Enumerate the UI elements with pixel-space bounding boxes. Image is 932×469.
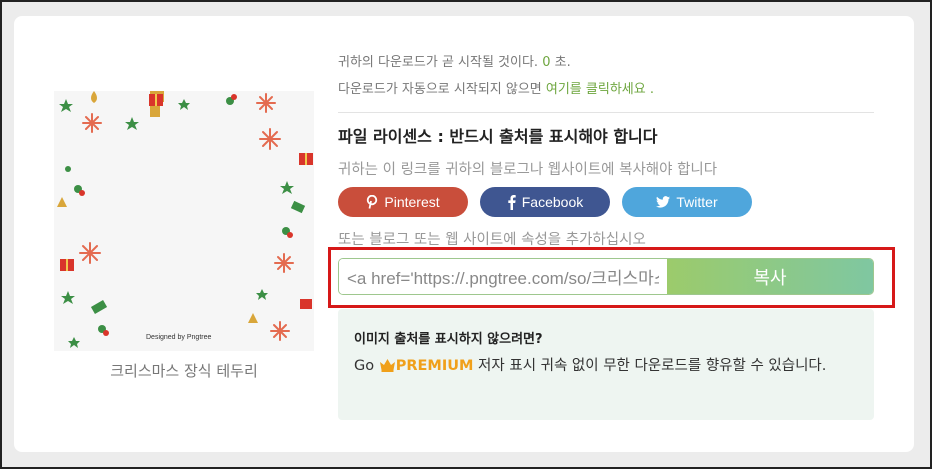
click-here-link[interactable]: 여기를 클릭하세요	[546, 82, 646, 97]
premium-description: 저자 표시 귀속 없이 무한 다운로드를 향유할 수 있습니다.	[473, 358, 827, 374]
status-text: 귀하의 다운로드가 곧 시작될 것이다.	[338, 55, 543, 70]
go-text: Go	[354, 358, 379, 374]
watermark-text: Designed by Pngtree	[146, 334, 212, 341]
manual-download-suffix: .	[645, 82, 654, 97]
premium-link[interactable]: PREMIUM	[396, 358, 474, 374]
christmas-border-image	[54, 91, 314, 351]
pinterest-label: Pinterest	[384, 194, 440, 210]
twitter-label: Twitter	[676, 194, 718, 210]
twitter-icon	[656, 196, 671, 208]
premium-text: Go PREMIUM 저자 표시 귀속 없이 무한 다운로드를 향유할 수 있습…	[354, 355, 858, 380]
pinterest-button[interactable]: Pinterest	[338, 187, 468, 217]
facebook-icon	[508, 194, 516, 210]
premium-box: 이미지 출처를 표시하지 않으려면? Go PREMIUM 저자 표시 귀속 없…	[338, 309, 874, 420]
pinterest-icon	[367, 195, 378, 209]
divider	[338, 112, 874, 113]
crown-icon	[379, 357, 396, 380]
facebook-button[interactable]: Facebook	[480, 187, 610, 217]
premium-heading: 이미지 출처를 표시하지 않으려면?	[354, 332, 543, 347]
status-suffix: 초.	[550, 55, 571, 70]
attribution-prompt: 또는 블로그 또는 웹 사이트에 속성을 추가하십시오	[338, 232, 646, 248]
manual-download-text: 다운로드가 자동으로 시작되지 않으면	[338, 82, 546, 97]
manual-download-line: 다운로드가 자동으로 시작되지 않으면 여기를 클릭하세요 .	[338, 78, 654, 97]
license-title: 파일 라이센스 : 반드시 출처를 표시해야 합니다	[338, 127, 658, 146]
facebook-label: Facebook	[521, 194, 584, 210]
preview-image: Designed by Pngtree	[54, 91, 314, 351]
license-subtitle: 귀하는 이 링크를 귀하의 블로그나 웹사이트에 복사해야 합니다	[338, 162, 718, 178]
highlight-box	[328, 247, 895, 308]
image-caption: 크리스마스 장식 테두리	[110, 362, 258, 380]
download-status: 귀하의 다운로드가 곧 시작될 것이다. 0 초.	[338, 51, 571, 70]
twitter-button[interactable]: Twitter	[622, 187, 752, 217]
